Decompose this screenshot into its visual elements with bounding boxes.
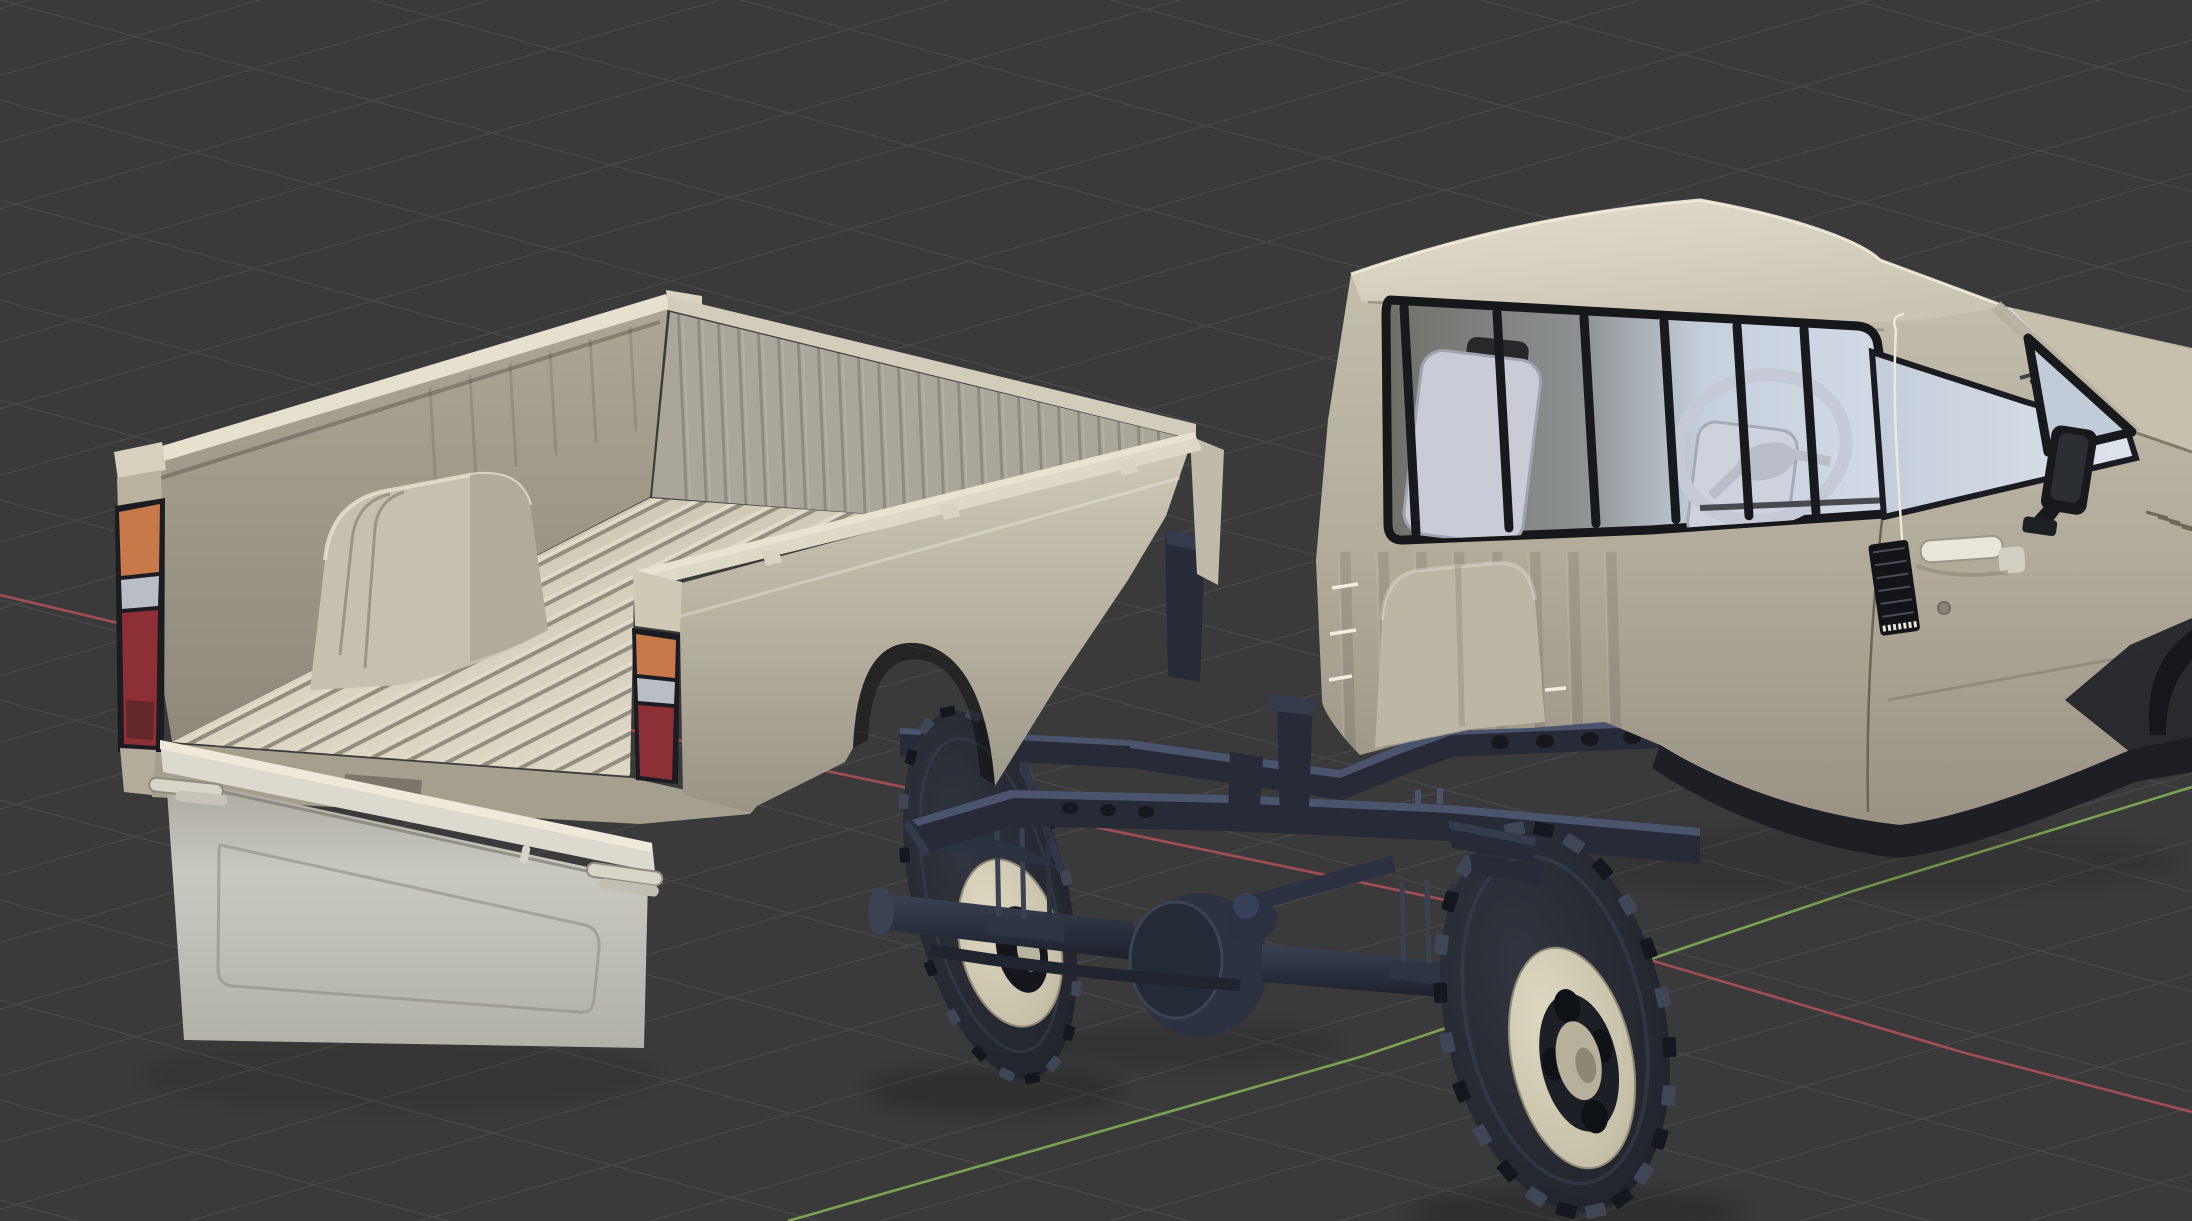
diff-cover — [1130, 902, 1222, 1018]
right-taillight-amber — [636, 634, 676, 678]
scene-canvas[interactable] — [0, 0, 2192, 1221]
tread-lug — [898, 794, 909, 810]
cab-mount-tower[interactable] — [1277, 697, 1313, 833]
seat-left — [1401, 348, 1543, 546]
axle-flange-left — [868, 887, 894, 935]
tread-lug — [1071, 981, 1082, 997]
rail-hole — [1581, 732, 1599, 746]
rail-hole — [1491, 735, 1509, 749]
rail-hole — [1062, 802, 1078, 814]
right-taillight-red — [638, 705, 674, 780]
tread-lug — [1662, 1037, 1676, 1058]
tread-lug — [1661, 1085, 1676, 1106]
tread-lug — [899, 847, 910, 863]
left-taillight-recess — [126, 700, 154, 740]
tread-lug — [1434, 934, 1449, 955]
cab-mount-bracket[interactable] — [1228, 752, 1263, 822]
tailgate-shadow — [140, 1039, 660, 1111]
viewport-3d[interactable] — [0, 0, 2192, 1221]
left-taillight-white — [121, 576, 159, 609]
tread-lug — [1433, 982, 1447, 1003]
rail-hole — [1536, 734, 1554, 748]
u-joint — [1233, 893, 1259, 919]
rail-hole — [1138, 806, 1154, 818]
door-keyhole — [1938, 602, 1950, 614]
rail-hole — [1100, 804, 1116, 816]
left-taillight-amber — [119, 504, 160, 576]
left-wheel-shadow — [865, 1064, 1125, 1116]
right-taillight-white — [637, 678, 675, 704]
cab-hump-crease — [1458, 566, 1462, 726]
